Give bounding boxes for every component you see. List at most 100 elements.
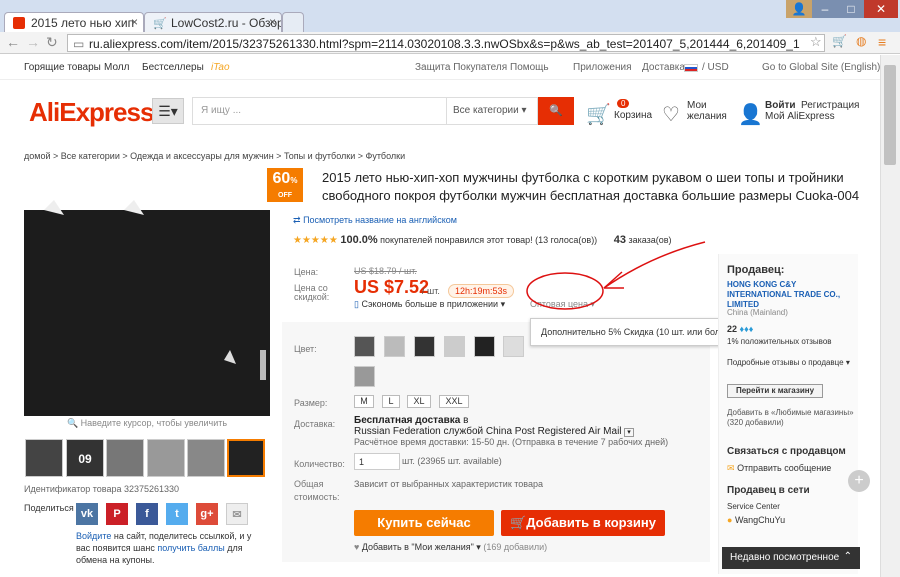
plus-float-icon[interactable]: + [848, 470, 870, 492]
forward-icon[interactable]: → [26, 34, 40, 50]
url-field[interactable]: ▭ ru.aliexpress.com/item/2015/3237526133… [67, 34, 825, 52]
nav-mall[interactable]: Молл [104, 62, 129, 73]
thumbnail-6[interactable] [227, 439, 265, 477]
send-message-link[interactable]: ✉ Отправить сообщение [727, 463, 831, 474]
tab-lowcost[interactable]: 🛒 LowCost2.ru - Обзор × [144, 12, 282, 32]
nav-buyer-protection[interactable]: Защита Покупателя [415, 62, 507, 73]
recently-viewed-bar[interactable]: Недавно посмотренное ⌃ [722, 547, 860, 569]
nav-global-site[interactable]: Go to Global Site (English) [762, 62, 880, 73]
address-bar-row: ← → ↻ ▭ ru.aliexpress.com/item/2015/3237… [0, 32, 900, 54]
phone-icon: ▯ [354, 299, 359, 309]
back-icon[interactable]: ← [6, 34, 20, 50]
quantity-input[interactable]: 1 [354, 453, 400, 470]
facebook-share-icon[interactable]: f [136, 503, 158, 525]
pinterest-share-icon[interactable]: P [106, 503, 128, 525]
aliexpress-logo[interactable]: AliExpress [29, 97, 154, 128]
heart-icon[interactable]: ♡ [662, 102, 680, 127]
close-tab-icon[interactable]: × [131, 15, 138, 29]
cart-extension-icon[interactable]: 🛒 [832, 34, 847, 48]
site-header: AliExpress ☰▾ Я ищу ... Все категории ▾ … [0, 80, 880, 140]
share-login-link[interactable]: Войдите [76, 531, 111, 541]
discount-badge: 60% OFF [267, 168, 303, 202]
user-icon[interactable]: 👤 [738, 102, 763, 127]
size-option-xxl[interactable]: XXL [439, 395, 469, 408]
go-to-store-button[interactable]: Перейти к магазину [727, 384, 823, 398]
translate-text: Посмотреть название на английском [303, 215, 457, 225]
breadcrumb[interactable]: домой > Все категории > Одежда и аксессу… [24, 151, 405, 161]
reload-icon[interactable]: ↻ [46, 34, 58, 51]
my-aliexpress-link[interactable]: Мой AliExpress [765, 111, 835, 122]
agent-name: WangChuYu [734, 515, 786, 525]
total-label: Общая [294, 479, 324, 489]
thumbnail-1[interactable] [25, 439, 63, 477]
share-points-link[interactable]: получить баллы [157, 543, 224, 553]
shipping-dropdown-icon[interactable]: ▾ [624, 428, 634, 437]
googleplus-share-icon[interactable]: g+ [196, 503, 218, 525]
close-window-icon[interactable]: ✕ [864, 0, 898, 18]
size-option-l[interactable]: L [382, 395, 400, 408]
thumbnail-4[interactable] [147, 439, 185, 477]
color-swatch-2[interactable] [384, 336, 405, 357]
wishlist-text: Добавить в "Мои желания" [361, 542, 474, 552]
seller-details[interactable]: Подробные отзывы о продавце ▾ [727, 358, 855, 368]
category-select[interactable]: Все категории ▾ [446, 97, 538, 125]
size-option-m[interactable]: M [354, 395, 374, 408]
shipping-method[interactable]: Russian Federation службой China Post Re… [354, 426, 634, 437]
add-to-cart-button[interactable]: 🛒Добавить в корзину [501, 510, 665, 536]
categories-menu-icon[interactable]: ☰▾ [152, 98, 184, 124]
color-swatch-3[interactable] [414, 336, 435, 357]
app-save-link[interactable]: ▯ Сэкономь больше в приложении ▾ [354, 299, 505, 310]
color-swatch-5[interactable] [474, 336, 495, 357]
profile-icon[interactable]: 👤 [786, 0, 812, 18]
vk-share-icon[interactable]: vk [76, 503, 98, 525]
thumbnail-5[interactable] [187, 439, 225, 477]
nav-currency[interactable]: / USD [702, 62, 729, 73]
nav-itao[interactable]: iTao [211, 62, 230, 73]
cart-icon[interactable]: 🛒 [586, 102, 611, 127]
thumbnail-3[interactable] [106, 439, 144, 477]
bookmark-star-icon[interactable]: ☆ [810, 34, 822, 50]
size-option-xl[interactable]: XL [407, 395, 431, 408]
scrollbar-thumb[interactable] [884, 65, 896, 165]
search-button[interactable]: 🔍 [538, 97, 574, 125]
seller-score: 22 ♦♦♦ [727, 324, 753, 334]
close-tab-icon[interactable]: × [269, 15, 276, 29]
twitter-share-icon[interactable]: t [166, 503, 188, 525]
size-label: Размер: [294, 398, 328, 408]
wishlist-label-2[interactable]: желания [687, 111, 727, 122]
add-to-cart-label: Добавить в корзину [526, 515, 656, 530]
nav-help[interactable]: Помощь [510, 62, 549, 73]
scrollbar[interactable] [880, 55, 900, 577]
wishlist-label[interactable]: Мои [687, 100, 707, 111]
tab-aliexpress[interactable]: 2015 лето нью хип × [4, 12, 144, 32]
nav-bestsellers[interactable]: Бестселлеры [142, 62, 204, 73]
new-tab-button[interactable] [282, 12, 304, 32]
countdown-timer: 12h:19m:53s [448, 284, 515, 298]
add-favorite-store[interactable]: Добавить в «Любимые магазины» (320 добав… [727, 408, 855, 428]
product-main-image[interactable] [24, 170, 270, 416]
seller-title: Продавец: [727, 264, 785, 276]
cart-label[interactable]: Корзина [614, 110, 652, 121]
translate-link[interactable]: ⇄ Посмотреть название на английском [293, 215, 457, 226]
buy-now-button[interactable]: Купить сейчас [354, 510, 494, 536]
minimize-icon[interactable]: – [812, 0, 838, 18]
email-share-icon[interactable]: ✉ [226, 503, 248, 525]
color-swatch-6[interactable] [503, 336, 524, 357]
color-swatch-1[interactable] [354, 336, 375, 357]
register-link[interactable]: Регистрация [801, 100, 859, 111]
nav-apps[interactable]: Приложения [573, 62, 632, 73]
color-swatch-7[interactable] [354, 366, 375, 387]
recently-viewed-text: Недавно посмотренное [730, 552, 840, 563]
login-link[interactable]: Войти [765, 100, 796, 111]
extension-icon[interactable]: ◍ [856, 34, 866, 48]
menu-icon[interactable]: ≡ [878, 34, 886, 50]
add-wishlist-link[interactable]: ♥ Добавить в "Мои желания" ▾ (169 добави… [354, 542, 547, 553]
color-swatch-4[interactable] [444, 336, 465, 357]
thumbnail-2[interactable]: 09 [66, 439, 104, 477]
nav-hot-deals[interactable]: Горящие товары [24, 62, 101, 73]
seller-name[interactable]: HONG KONG C&Y INTERNATIONAL TRADE CO., L… [727, 280, 853, 310]
maximize-icon[interactable]: □ [838, 0, 864, 18]
search-placeholder: Я ищу ... [201, 105, 242, 116]
rating-stars-icon: ★★★★★ [293, 235, 338, 246]
agent-link[interactable]: ● WangChuYu [727, 515, 785, 525]
